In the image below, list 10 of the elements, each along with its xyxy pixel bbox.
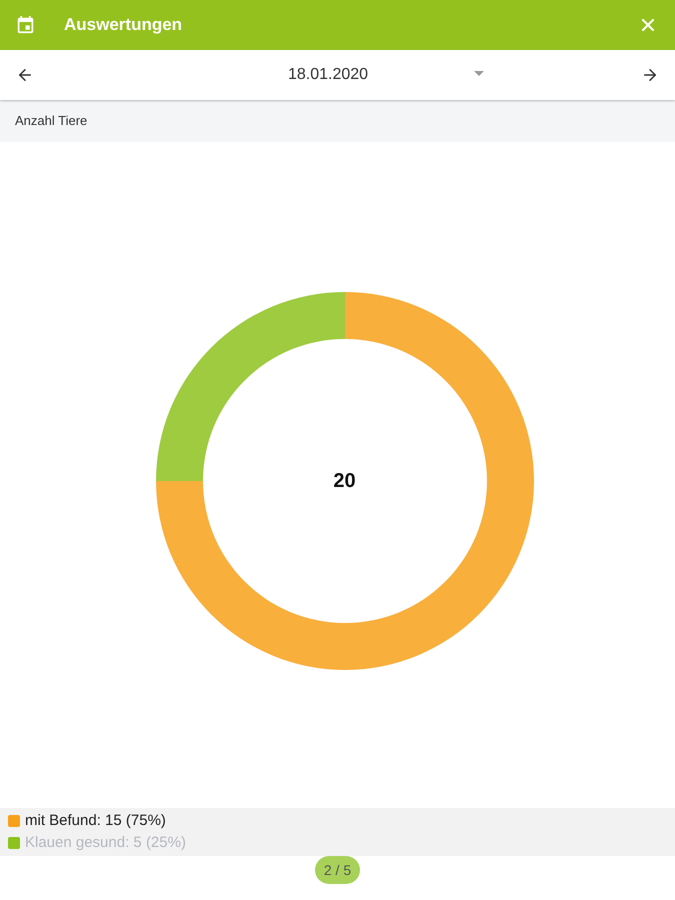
legend-label: mit Befund: 15 (75%) xyxy=(25,810,166,831)
dropdown-caret-icon xyxy=(474,70,484,76)
legend-label: Klauen gesund: 5 (25%) xyxy=(25,832,186,853)
total-count: 20 xyxy=(333,469,356,494)
section-title: Anzahl Tiere xyxy=(15,112,88,130)
calendar-icon xyxy=(17,16,34,34)
page-indicator: 2 / 5 xyxy=(314,856,360,884)
arrow-right-icon xyxy=(641,66,659,84)
date-dropdown[interactable]: 18.01.2020 xyxy=(288,63,484,87)
header-title: Auswertungen xyxy=(64,14,182,36)
